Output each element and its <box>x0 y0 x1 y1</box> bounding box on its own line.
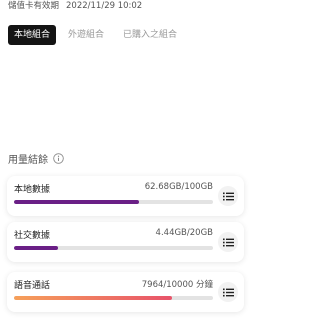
tab-local-plan[interactable]: 本地組合 <box>8 25 57 45</box>
usage-progress-fill <box>14 246 59 250</box>
validity-label: 儲值卡有效期 <box>8 1 60 11</box>
usage-progress-track <box>14 246 213 250</box>
usage-title-text: 用量結餘 <box>8 154 48 166</box>
usage-card-social-data: 社交數據 4.44GB/20GB <box>7 222 244 262</box>
usage-progress-track <box>14 200 213 204</box>
list-details-icon <box>222 238 234 246</box>
usage-card-local-data: 本地數據 62.68GB/100GB <box>7 176 244 216</box>
list-details-icon <box>222 288 234 296</box>
validity-date: 2022/11/29 10:02 <box>66 1 143 11</box>
details-button[interactable] <box>218 186 238 206</box>
details-button[interactable] <box>218 232 238 252</box>
usage-progress-fill <box>14 296 173 300</box>
usage-card-voice-calls: 語音通話 7964/10000 分鐘 <box>7 272 244 312</box>
tab-travel-plan[interactable]: 外遊組合 <box>61 25 111 45</box>
usage-progress-track <box>14 296 213 300</box>
plan-tabs: 本地組合 外遊組合 已購入之組合 <box>8 25 189 45</box>
usage-section-title: 用量結餘 <box>8 151 64 166</box>
page: 儲值卡有效期 2022/11/29 10:02 本地組合 外遊組合 已購入之組合 … <box>0 0 253 320</box>
usage-label: 語音通話 <box>14 281 51 291</box>
usage-value: 7964/10000 分鐘 <box>141 280 213 290</box>
usage-label: 社交數據 <box>14 231 51 241</box>
info-circle-icon[interactable] <box>53 152 64 164</box>
usage-progress-fill <box>14 200 139 204</box>
usage-value: 62.68GB/100GB <box>144 182 213 192</box>
tab-purchased-plans[interactable]: 已購入之組合 <box>116 25 184 45</box>
list-details-icon <box>222 192 234 200</box>
details-button[interactable] <box>218 282 238 302</box>
usage-value: 4.44GB/20GB <box>155 228 213 238</box>
usage-label: 本地數據 <box>14 185 51 195</box>
validity-line: 儲值卡有效期 2022/11/29 10:02 <box>8 0 142 14</box>
